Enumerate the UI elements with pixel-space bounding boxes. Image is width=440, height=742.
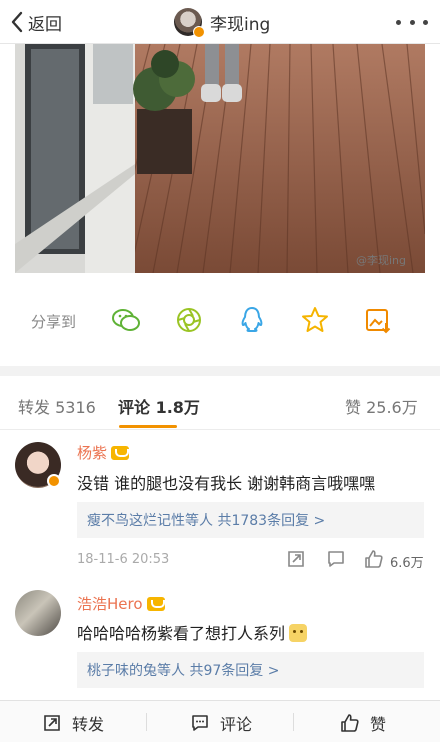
more-options-icon[interactable] bbox=[396, 12, 428, 32]
tab-comments[interactable]: 评论 1.8万 bbox=[118, 394, 200, 418]
chevron-left-icon bbox=[11, 11, 23, 33]
comment-text-content: 哈哈哈哈杨紫看了想打人系列 bbox=[77, 624, 286, 643]
reply-summary-text: 瘦不鸟这烂记性等人 共1783条回复 > bbox=[87, 513, 326, 529]
wechat-icon[interactable] bbox=[110, 304, 142, 336]
like-label: 赞 bbox=[370, 715, 387, 734]
comment-author[interactable]: 浩浩Hero bbox=[77, 593, 165, 614]
qq-icon[interactable] bbox=[236, 304, 268, 336]
doge-emoji-icon bbox=[289, 624, 308, 642]
comment-author[interactable]: 杨紫 bbox=[77, 442, 130, 463]
bottom-action-bar: 转发 评论 赞 bbox=[0, 700, 440, 742]
comment-time: 18-11-6 20:53 bbox=[77, 552, 170, 567]
screen: { "header": { "back_label": "返回", "title… bbox=[0, 0, 440, 742]
repost-button[interactable]: 转发 bbox=[42, 711, 104, 735]
save-image-icon[interactable] bbox=[362, 304, 394, 336]
tab-likes[interactable]: 赞 25.6万 bbox=[345, 394, 418, 418]
avatar bbox=[174, 8, 205, 38]
qzone-icon[interactable] bbox=[299, 304, 331, 336]
avatar[interactable] bbox=[15, 590, 61, 636]
image-watermark: @李现ing bbox=[356, 254, 407, 267]
back-button[interactable]: 返回 bbox=[10, 8, 62, 36]
page-title: 李现ing bbox=[210, 14, 271, 35]
verified-badge-icon bbox=[193, 26, 205, 38]
like-button[interactable]: 赞 bbox=[340, 711, 386, 735]
comment-author-name: 浩浩Hero bbox=[77, 595, 143, 613]
like-icon[interactable] bbox=[364, 549, 384, 569]
divider bbox=[146, 713, 147, 731]
reply-summary-text: 桃子味的兔等人 共97条回复 > bbox=[87, 663, 280, 679]
tab-repost[interactable]: 转发 5316 bbox=[18, 394, 96, 418]
section-divider bbox=[0, 366, 440, 376]
active-tab-indicator bbox=[119, 425, 177, 428]
verified-badge-icon bbox=[47, 474, 61, 488]
comment-text: 没错 谁的腿也没有我长 谢谢韩商言哦嘿嘿 bbox=[77, 474, 376, 493]
interaction-tabs: 转发 5316 评论 1.8万 赞 25.6万 bbox=[0, 376, 440, 430]
member-badge-icon bbox=[146, 596, 165, 611]
repost-label: 转发 bbox=[72, 715, 105, 734]
post-image[interactable] bbox=[15, 44, 425, 273]
comment-icon[interactable] bbox=[326, 549, 346, 569]
comment-button[interactable]: 评论 bbox=[190, 711, 252, 735]
share-icon[interactable] bbox=[286, 549, 306, 569]
divider bbox=[293, 713, 294, 731]
repost-icon bbox=[44, 715, 60, 731]
moments-icon[interactable] bbox=[173, 304, 205, 336]
comment-icon bbox=[192, 715, 208, 731]
profile-title[interactable]: 李现ing bbox=[174, 6, 270, 38]
comment-label: 评论 bbox=[220, 715, 253, 734]
boardwalk-photo bbox=[15, 44, 425, 273]
like-count: 6.6万 bbox=[390, 556, 424, 571]
top-nav-bar: 返回 李现ing bbox=[0, 0, 440, 44]
share-row: 分享到 bbox=[0, 290, 440, 352]
reply-summary[interactable]: 桃子味的兔等人 共97条回复 > bbox=[77, 652, 424, 688]
reply-summary[interactable]: 瘦不鸟这烂记性等人 共1783条回复 > bbox=[77, 502, 424, 538]
like-icon bbox=[341, 714, 359, 732]
share-label: 分享到 bbox=[31, 313, 77, 331]
comment-text: 哈哈哈哈杨紫看了想打人系列 bbox=[77, 620, 308, 644]
back-label: 返回 bbox=[28, 14, 62, 35]
comment-author-name: 杨紫 bbox=[77, 444, 108, 462]
member-badge-icon bbox=[111, 445, 130, 460]
